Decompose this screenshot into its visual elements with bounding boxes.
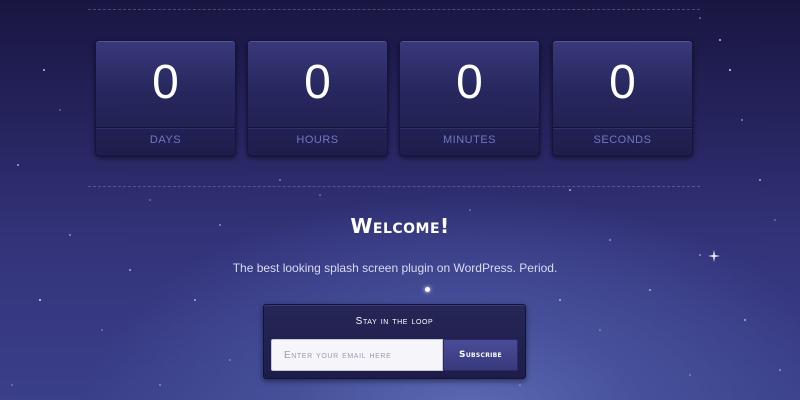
days-value: 0	[152, 56, 179, 109]
days-counter: 0 Days	[95, 40, 236, 156]
star-dot-icon	[425, 287, 430, 292]
minutes-label: Minutes	[443, 134, 496, 146]
seconds-label: Seconds	[593, 134, 652, 146]
welcome-heading: Welcome!	[350, 214, 450, 238]
hours-value: 0	[304, 56, 331, 109]
subscribe-box: Stay in the loop Subscribe	[263, 304, 526, 379]
days-label: Days	[149, 134, 182, 146]
minutes-counter: 0 Minutes	[399, 40, 540, 156]
tagline-text: The best looking splash screen plugin on…	[232, 261, 558, 275]
subscribe-title: Stay in the loop	[355, 316, 434, 327]
middle-divider	[88, 186, 700, 187]
counter-divider	[96, 127, 235, 128]
top-divider	[88, 9, 700, 10]
email-input[interactable]	[271, 339, 443, 371]
hours-counter: 0 Hours	[247, 40, 388, 156]
seconds-counter: 0 Seconds	[552, 40, 693, 156]
seconds-value: 0	[609, 56, 636, 109]
counter-divider	[553, 127, 692, 128]
hours-label: Hours	[296, 134, 339, 146]
subscribe-button[interactable]: Subscribe	[443, 339, 518, 371]
counter-divider	[248, 127, 387, 128]
minutes-value: 0	[456, 56, 483, 109]
counter-divider	[400, 127, 539, 128]
